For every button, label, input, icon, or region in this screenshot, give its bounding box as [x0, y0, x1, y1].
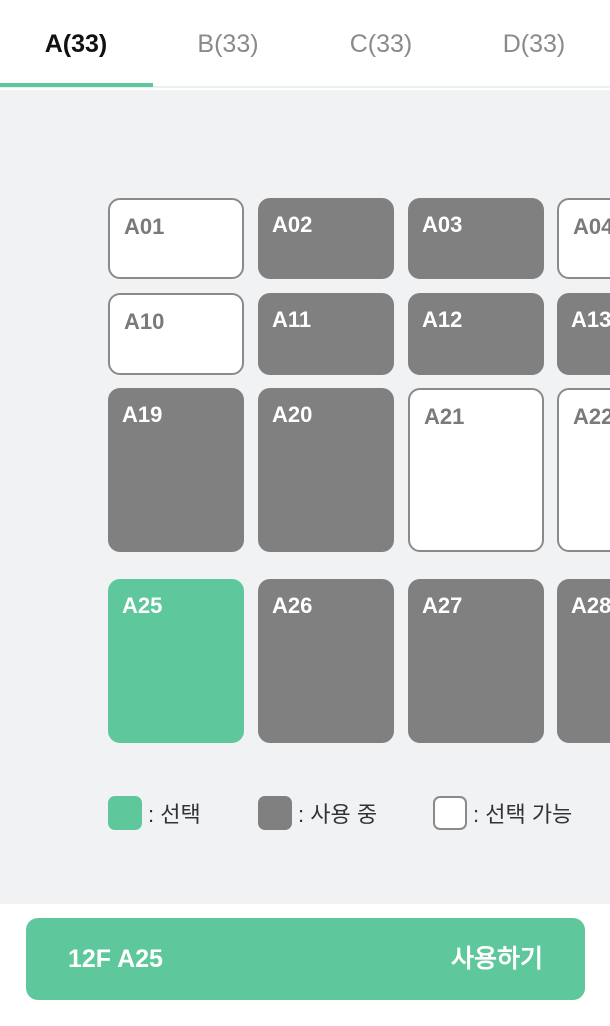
tab-b[interactable]: B(33)	[152, 0, 304, 88]
seat-a01[interactable]: A01	[108, 198, 244, 279]
tab-c[interactable]: C(33)	[305, 0, 457, 88]
legend-selected: : 선택	[108, 796, 201, 830]
legend-in-use: : 사용 중	[258, 796, 377, 830]
seat-a03[interactable]: A03	[408, 198, 544, 279]
seat-a22[interactable]: A22	[557, 388, 610, 552]
seat-a13[interactable]: A13	[557, 293, 610, 375]
seat-map: A01 A02 A03 A04 A10 A11 A12 A13 A19 A20 …	[0, 90, 610, 904]
seat-a20[interactable]: A20	[258, 388, 394, 552]
seat-a26[interactable]: A26	[258, 579, 394, 743]
selected-swatch	[108, 796, 142, 830]
in-use-swatch	[258, 796, 292, 830]
active-tab-indicator	[0, 83, 153, 87]
floor-tabs: A(33) B(33) C(33) D(33)	[0, 0, 610, 88]
legend-available-label: : 선택 가능	[473, 802, 573, 827]
seat-a25[interactable]: A25	[108, 579, 244, 743]
legend-available: : 선택 가능	[433, 796, 572, 830]
seat-a19[interactable]: A19	[108, 388, 244, 552]
tab-d[interactable]: D(33)	[458, 0, 610, 88]
selected-seat-label: 12F A25	[68, 945, 163, 973]
seat-a11[interactable]: A11	[258, 293, 394, 375]
seat-a12[interactable]: A12	[408, 293, 544, 375]
legend-in-use-label: : 사용 중	[298, 802, 378, 827]
seat-a27[interactable]: A27	[408, 579, 544, 743]
seat-a02[interactable]: A02	[258, 198, 394, 279]
bottom-bar: 12F A25 사용하기	[0, 904, 610, 1026]
available-swatch	[433, 796, 467, 830]
seat-a28[interactable]: A28	[557, 579, 610, 743]
seat-a04[interactable]: A04	[557, 198, 610, 279]
legend-selected-label: : 선택	[148, 802, 201, 827]
seat-a21[interactable]: A21	[408, 388, 544, 552]
use-seat-button[interactable]: 12F A25 사용하기	[26, 918, 585, 1000]
tab-a[interactable]: A(33)	[0, 0, 152, 88]
use-button-label: 사용하기	[450, 945, 543, 973]
seat-a10[interactable]: A10	[108, 293, 244, 375]
